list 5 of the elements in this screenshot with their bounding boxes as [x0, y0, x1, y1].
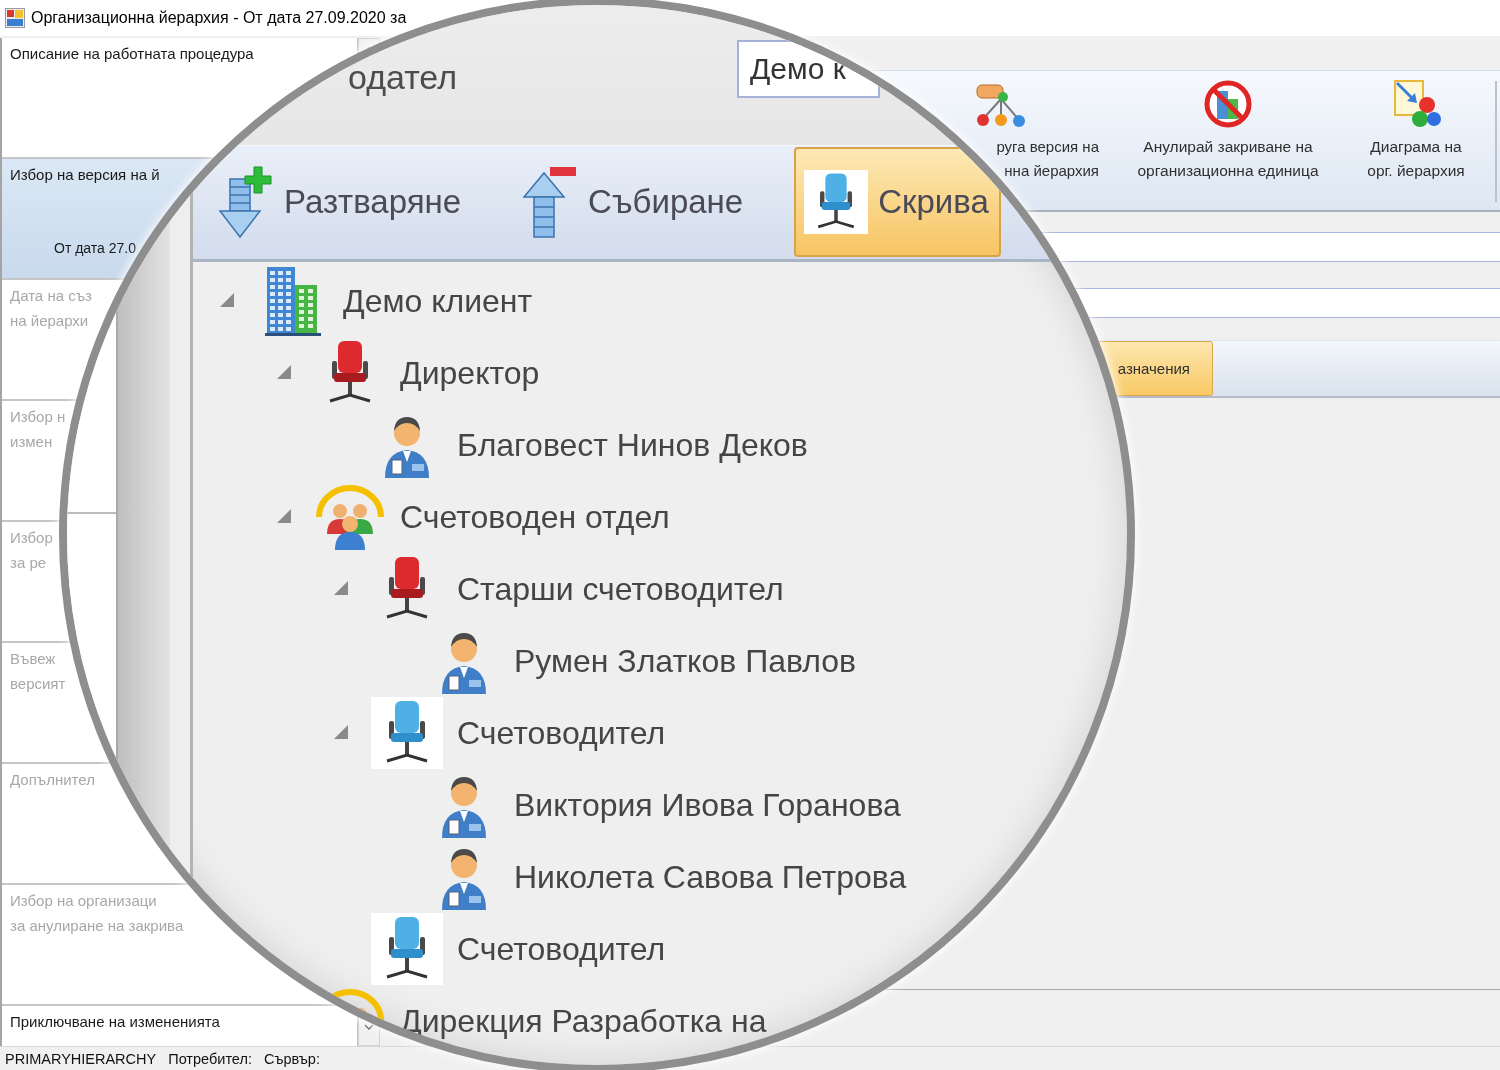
status-text: PRIMARYHIERARCHY — [5, 1050, 157, 1067]
window-title: Организационна йерархия - От дата 27.09.2020 за — [31, 9, 407, 27]
step-date: От дата 27.0 — [54, 239, 137, 257]
status-text: Потребител: — [168, 1050, 252, 1067]
status-text: Сървър: — [263, 1050, 320, 1067]
